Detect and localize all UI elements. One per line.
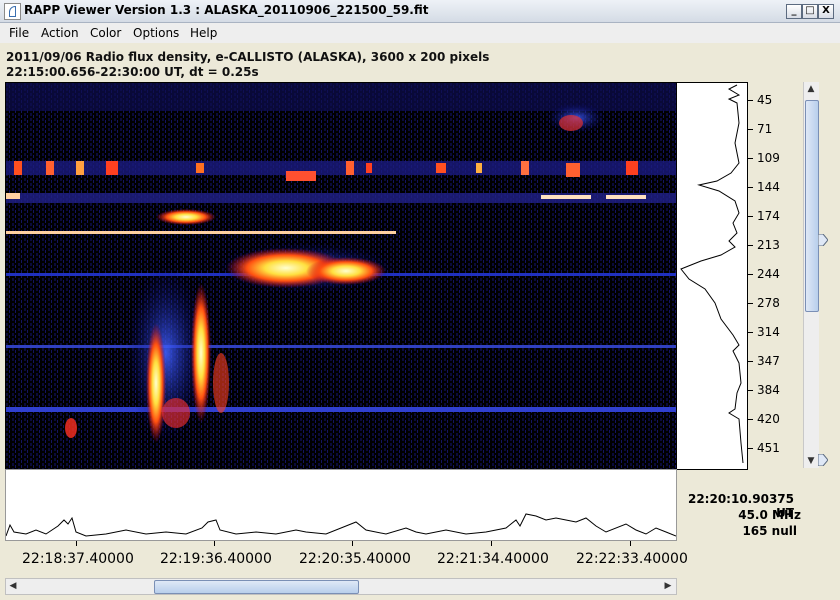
window-title: RAPP Viewer Version 1.3 : ALASKA_2011090… (24, 3, 429, 17)
freq-label: 278 (757, 296, 780, 310)
freq-tick (747, 361, 753, 362)
freq-tick (747, 129, 753, 130)
freq-label: 244 (757, 267, 780, 281)
spectrogram-view[interactable] (5, 82, 677, 470)
menu-options[interactable]: Options (133, 26, 179, 40)
time-range-info: 22:15:00.656-22:30:00 UT, dt = 0.25s (6, 65, 259, 79)
time-tick (214, 541, 215, 546)
freq-tick (747, 419, 753, 420)
time-label: 22:21:34.40000 (437, 551, 549, 567)
freq-tick (747, 390, 753, 391)
horizontal-scroll-thumb[interactable] (154, 580, 359, 594)
freq-label: 144 (757, 180, 780, 194)
arrow-down-icon[interactable]: ▼ (805, 454, 817, 468)
menu-help[interactable]: Help (190, 26, 217, 40)
frequency-axis: 45 71 109 144 174 213 244 278 314 347 38… (747, 82, 797, 468)
frequency-profile-line (680, 84, 744, 464)
time-tick (76, 541, 77, 546)
freq-label: 451 (757, 441, 780, 455)
horizontal-scrollbar[interactable]: ◀ ▶ (5, 578, 677, 595)
title-bar: RAPP Viewer Version 1.3 : ALASKA_2011090… (0, 0, 840, 23)
time-tick (491, 541, 492, 546)
freq-tick (747, 274, 753, 275)
arrow-right-icon[interactable]: ▶ (661, 579, 675, 594)
freq-label: 213 (757, 238, 780, 252)
menu-file[interactable]: File (9, 26, 29, 40)
menu-bar: File Action Color Options Help (0, 23, 840, 43)
minimize-button[interactable]: _ (786, 4, 802, 19)
light-curve-line (5, 513, 677, 537)
spectrogram-image (6, 83, 676, 469)
freq-label: 174 (757, 209, 780, 223)
freq-tick (747, 448, 753, 449)
freq-label: 109 (757, 151, 780, 165)
freq-tick (747, 158, 753, 159)
range-slider-knob-top[interactable] (818, 234, 828, 246)
cursor-value-readout: 165 null (742, 524, 797, 538)
freq-tick (747, 245, 753, 246)
freq-label: 71 (757, 122, 773, 136)
light-curve-plot (5, 469, 677, 541)
freq-label: 420 (757, 412, 780, 426)
cursor-frequency-readout: 45.0 MHz (738, 508, 801, 522)
time-label: 22:20:35.40000 (299, 551, 411, 567)
freq-tick (747, 303, 753, 304)
maximize-button[interactable]: □ (802, 4, 818, 19)
menu-color[interactable]: Color (90, 26, 121, 40)
frequency-profile-plot (676, 82, 748, 470)
freq-tick (747, 332, 753, 333)
freq-label: 347 (757, 354, 780, 368)
time-tick (630, 541, 631, 546)
freq-label: 314 (757, 325, 780, 339)
vertical-scrollbar[interactable]: ▲ ▼ (803, 82, 819, 468)
time-label: 22:22:33.40000 (576, 551, 688, 567)
time-tick (352, 541, 353, 546)
freq-tick (747, 100, 753, 101)
freq-tick (747, 216, 753, 217)
arrow-left-icon[interactable]: ◀ (6, 579, 20, 594)
time-label: 22:19:36.40000 (160, 551, 272, 567)
time-label: 22:18:37.40000 (22, 551, 134, 567)
menu-action[interactable]: Action (41, 26, 79, 40)
java-cup-icon (4, 3, 21, 20)
freq-label: 384 (757, 383, 780, 397)
observation-info: 2011/09/06 Radio flux density, e-CALLIST… (6, 50, 490, 64)
close-button[interactable]: X (818, 4, 834, 19)
range-slider-knob-bottom[interactable] (818, 454, 828, 466)
vertical-scroll-thumb[interactable] (805, 100, 819, 312)
freq-label: 45 (757, 93, 773, 107)
freq-tick (747, 187, 753, 188)
arrow-up-icon[interactable]: ▲ (805, 82, 817, 96)
